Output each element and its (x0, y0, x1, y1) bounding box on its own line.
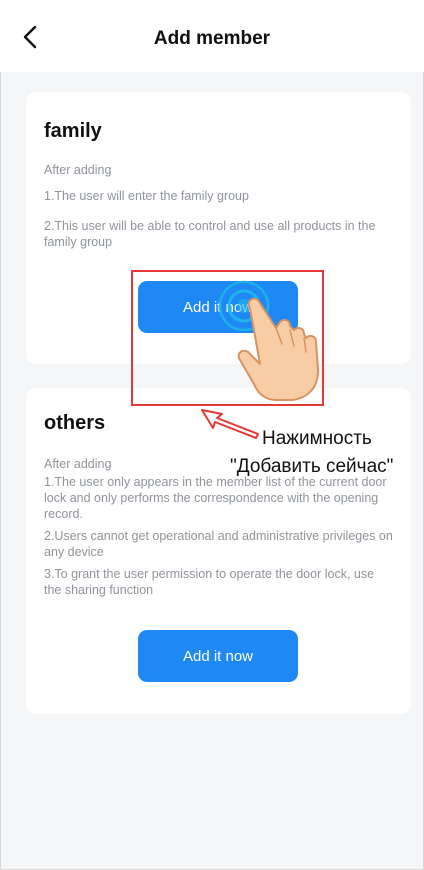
others-item-3: 3.To grant the user permission to operat… (44, 567, 375, 597)
others-item-2: 2.Users cannot get operational and admin… (44, 529, 393, 559)
others-add-button-label: Add it now (182, 647, 254, 665)
annotation-line-1: Нажимность (262, 428, 372, 449)
pointer-arrow-icon (201, 409, 259, 439)
others-add-button[interactable]: Add it now (138, 630, 298, 682)
family-item-2: 2.This user will be able to control and … (44, 219, 376, 249)
family-intro: After adding (44, 163, 112, 177)
family-title: family (44, 120, 102, 142)
tap-hand-icon (218, 280, 319, 401)
others-item-1: 1.The user only appears in the member li… (44, 475, 387, 521)
page-title: Add member (153, 28, 271, 49)
others-title: others (44, 412, 106, 434)
family-item-1: 1.The user will enter the family group (44, 189, 249, 203)
app-header: Add member (0, 0, 424, 72)
annotation-line-2: "Добавить сейчас" (230, 456, 394, 477)
